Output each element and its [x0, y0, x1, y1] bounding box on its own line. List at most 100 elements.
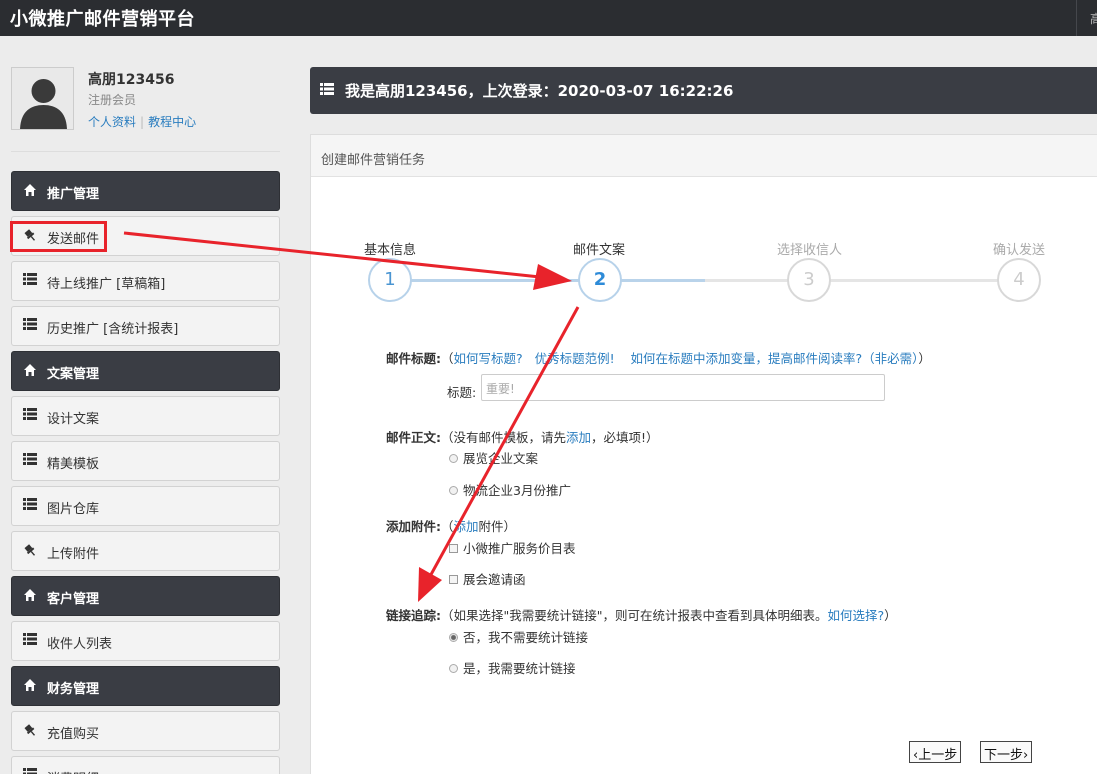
add-template-link[interactable]: 添加 [566, 430, 591, 445]
list-icon [320, 83, 334, 95]
subject-variables-link[interactable]: 如何在标题中添加变量，提高邮件阅读率? [631, 351, 863, 366]
home-icon [23, 678, 39, 694]
pushpin-icon [23, 723, 39, 739]
attachment-option-1[interactable]: 小微推广服务价目表 [449, 538, 576, 557]
step-1-circle[interactable]: 1 [368, 258, 412, 302]
sidebar-item-label: 收件人列表 [47, 637, 113, 652]
top-bar: 小微推广邮件营销平台 高 [0, 0, 1097, 36]
subject-row: 邮件标题:（如何写标题? 优秀标题范例! 如何在标题中添加变量，提高邮件阅读率?… [386, 348, 931, 367]
sidebar-item-7[interactable]: 图片仓库 [11, 486, 280, 526]
body-option-1-label: 展览企业文案 [463, 451, 539, 466]
user-profile: 高朋123456 注册会员 个人资料 | 教程中心 [11, 67, 281, 137]
attachment-option-2[interactable]: 展会邀请函 [449, 569, 526, 588]
prev-step-button[interactable]: ‹上一步 [909, 741, 962, 763]
profile-link[interactable]: 个人资料 [88, 115, 136, 129]
sidebar-item-label: 消费明细 [47, 768, 99, 774]
list-icon [23, 273, 39, 289]
sidebar-item-label: 文案管理 [47, 367, 100, 382]
subject-input[interactable]: 重要! [481, 374, 885, 401]
sidebar-item-label: 财务管理 [47, 682, 100, 697]
panel-title: 创建邮件营销任务 [321, 153, 426, 168]
body-hint-after: ，必填项!） [591, 430, 659, 445]
sidebar-item-11[interactable]: 财务管理 [11, 666, 280, 706]
sidebar-item-label: 客户管理 [47, 592, 100, 607]
tracking-option-no-radio[interactable] [449, 633, 458, 642]
tracking-option-yes-radio[interactable] [449, 664, 458, 673]
subject-close-paren: ） [918, 351, 931, 366]
tracking-option-yes-label: 是，我需要统计链接 [463, 661, 576, 676]
tracking-label: 链接追踪: [386, 608, 441, 623]
home-icon [23, 183, 39, 199]
step-2-circle[interactable]: 2 [578, 258, 622, 302]
sidebar-item-0[interactable]: 推广管理 [11, 171, 280, 211]
home-icon [23, 588, 39, 604]
list-icon [23, 408, 39, 424]
subject-label: 邮件标题: [386, 351, 441, 366]
tracking-option-no-label: 否，我不需要统计链接 [463, 630, 589, 645]
welcome-bar: 我是高朋123456，上次登录：2020-03-07 16:22:26 [310, 67, 1097, 114]
chevron-right-icon: › [1023, 748, 1029, 763]
sidebar-item-5[interactable]: 设计文案 [11, 396, 280, 436]
sidebar-item-label: 图片仓库 [47, 502, 100, 517]
list-icon [23, 768, 39, 774]
sidebar-item-label: 推广管理 [47, 187, 100, 202]
user-silhouette-icon [12, 68, 73, 129]
sidebar-item-label: 历史推广 [含统计报表] [47, 322, 179, 337]
tutorial-link[interactable]: 教程中心 [148, 115, 196, 129]
sidebar-item-3[interactable]: 历史推广 [含统计报表] [11, 306, 280, 346]
next-step-button[interactable]: 下一步› [980, 741, 1033, 763]
user-name: 高朋123456 [88, 72, 175, 88]
next-step-label: 下一步 [984, 748, 1024, 763]
sidebar-item-12[interactable]: 充值购买 [11, 711, 280, 751]
list-icon [23, 498, 39, 514]
sidebar-item-8[interactable]: 上传附件 [11, 531, 280, 571]
subject-open-paren: （ [441, 351, 454, 366]
body-option-2-radio[interactable] [449, 486, 458, 495]
sidebar-item-6[interactable]: 精美模板 [11, 441, 280, 481]
user-role: 注册会员 [88, 93, 137, 107]
sidebar-item-10[interactable]: 收件人列表 [11, 621, 280, 661]
body-option-2[interactable]: 物流企业3月份推广 [449, 480, 571, 499]
subject-examples-link[interactable]: 优秀标题范例! [535, 351, 615, 366]
app-title: 小微推广邮件营销平台 [10, 9, 195, 30]
pushpin-icon [23, 543, 39, 559]
step-3-circle[interactable]: 3 [787, 258, 831, 302]
sidebar-item-9[interactable]: 客户管理 [11, 576, 280, 616]
sidebar-item-4[interactable]: 文案管理 [11, 351, 280, 391]
tracking-option-no[interactable]: 否，我不需要统计链接 [449, 627, 588, 646]
link-separator: | [140, 115, 145, 129]
step-4-circle[interactable]: 4 [997, 258, 1041, 302]
highlight-box [10, 221, 107, 252]
main-panel: 创建邮件营销任务 [310, 134, 1097, 774]
attachment-option-1-checkbox[interactable] [449, 544, 458, 553]
subject-field-label: 标题: [447, 385, 477, 400]
sidebar-item-13[interactable]: 消费明细 [11, 756, 280, 774]
topbar-clipped-text[interactable]: 高 [1090, 10, 1097, 27]
body-row: 邮件正文:（没有邮件模板，请先添加，必填项!） [386, 427, 659, 446]
sidebar-item-2[interactable]: 待上线推广 [草稿箱] [11, 261, 280, 301]
home-icon [23, 363, 39, 379]
tracking-option-yes[interactable]: 是，我需要统计链接 [449, 658, 576, 677]
tracking-row: 链接追踪:（如果选择"我需要统计链接"，则可在统计报表中查看到具体明细表。如何选… [386, 605, 897, 624]
body-hint-before: （没有邮件模板，请先 [441, 430, 567, 445]
add-attachment-link[interactable]: 添加 [454, 519, 479, 534]
sidebar-item-label: 设计文案 [47, 412, 100, 427]
tracking-hint: （如果选择"我需要统计链接"，则可在统计报表中查看到具体明细表。 [441, 608, 828, 623]
list-icon [23, 453, 39, 469]
prev-step-label: 上一步 [918, 748, 958, 763]
attachment-option-1-label: 小微推广服务价目表 [463, 541, 576, 556]
how-to-write-subject-link[interactable]: 如何写标题? [454, 351, 523, 366]
body-option-1[interactable]: 展览企业文案 [449, 448, 538, 467]
sidebar-item-label: 待上线推广 [草稿箱] [47, 277, 166, 292]
panel-header: 创建邮件营销任务 [311, 135, 1097, 177]
attachment-option-2-checkbox[interactable] [449, 575, 458, 584]
body-option-2-label: 物流企业3月份推广 [463, 483, 571, 498]
sidebar-item-label: 充值购买 [47, 727, 100, 742]
attachment-row: 添加附件:（添加附件） [386, 516, 516, 535]
list-icon [23, 318, 39, 334]
step-2-label: 邮件文案 [573, 243, 626, 258]
step-1-label: 基本信息 [364, 243, 417, 258]
how-to-choose-link[interactable]: 如何选择? [828, 608, 885, 623]
body-option-1-radio[interactable] [449, 454, 458, 463]
step-4-label: 确认发送 [993, 243, 1046, 258]
